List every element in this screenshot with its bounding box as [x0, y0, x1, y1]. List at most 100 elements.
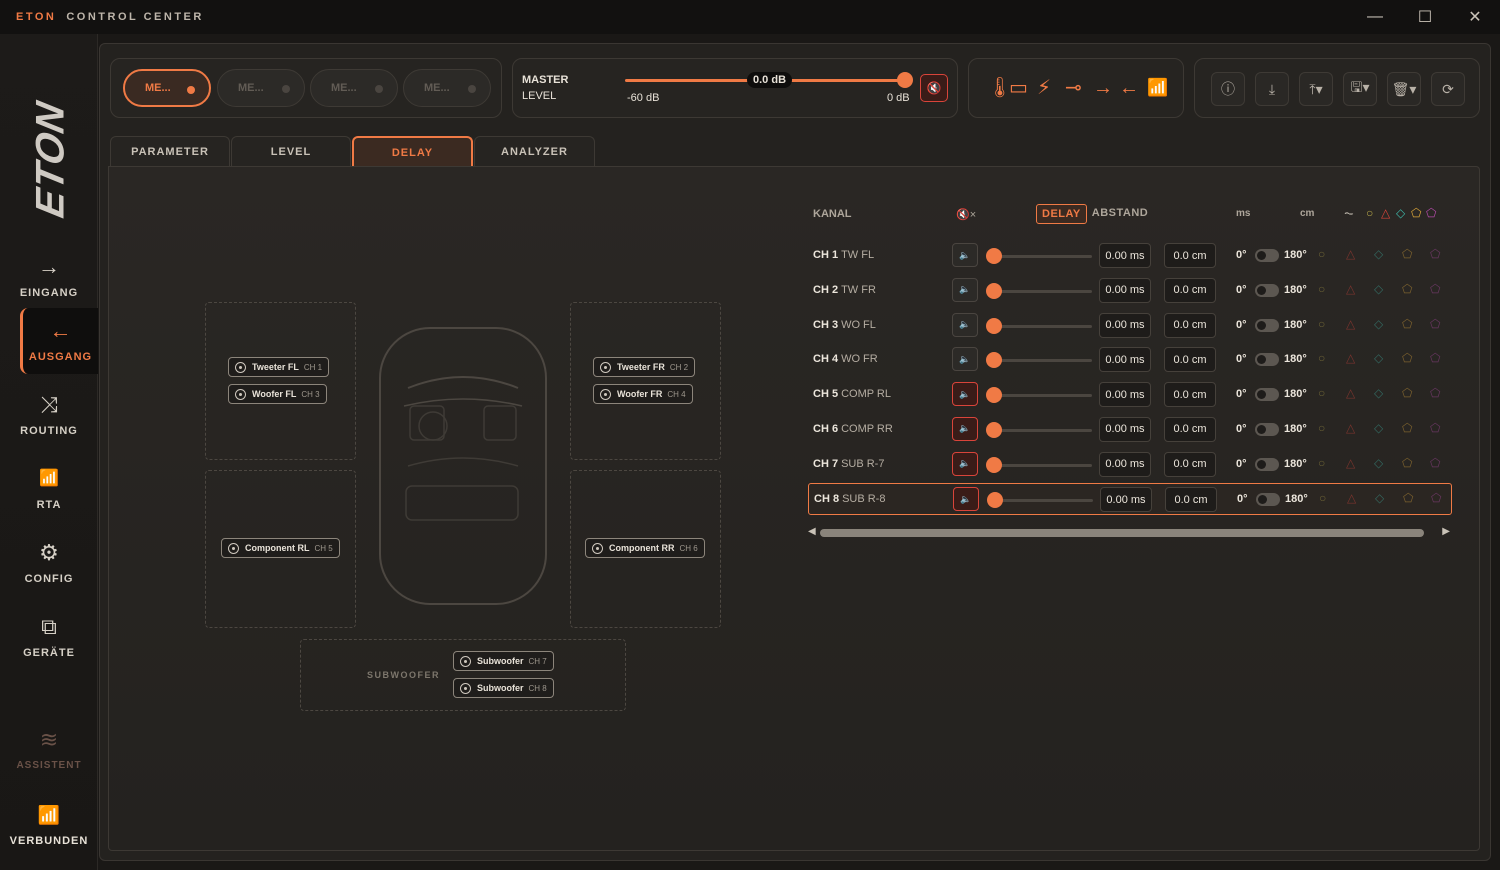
group-pentagon-icon[interactable]: ⬠ [1402, 421, 1412, 435]
group-hexagon-icon[interactable]: ⬠ [1430, 317, 1440, 331]
memory-slot-1[interactable]: ME... [123, 69, 211, 107]
table-scrollbar[interactable]: ◀ ▶ [808, 526, 1450, 540]
group-hexagon-icon[interactable]: ⬠ [1430, 247, 1440, 261]
memory-slot-4[interactable]: ME... [403, 69, 491, 107]
channel-mute-button[interactable]: 🔈 [952, 312, 978, 337]
delay-row-ch3[interactable]: CH 3 WO FL 🔈 0.00 ms 0.0 cm 0° 180° ○ △ ◇ ⬠ ⬠ [808, 310, 1452, 342]
delay-ms-input[interactable]: 0.00 ms [1099, 416, 1151, 442]
group-triangle-icon[interactable]: △ [1346, 386, 1355, 400]
scroll-left-arrow[interactable]: ◀ [808, 526, 816, 537]
group-diamond-icon[interactable]: ◇ [1374, 351, 1383, 365]
delay-slider-track[interactable] [988, 359, 1092, 363]
delay-slider-thumb[interactable] [986, 317, 1002, 334]
group-triangle-icon[interactable]: △ [1346, 282, 1355, 296]
delay-slider-thumb[interactable] [986, 456, 1002, 473]
channel-mute-button[interactable]: 🔈 [952, 243, 978, 267]
mute-all-icon[interactable]: 🔇× [956, 208, 976, 221]
group-circle-icon[interactable]: ○ [1318, 421, 1325, 435]
delay-ms-input[interactable]: 0.00 ms [1099, 277, 1151, 303]
delay-row-ch6[interactable]: CH 6 COMP RR 🔈 0.00 ms 0.0 cm 0° 180° ○ △ ◇ ⬠ ⬠ [808, 414, 1452, 446]
delay-cm-input[interactable]: 0.0 cm [1164, 382, 1216, 407]
delay-row-ch5[interactable]: CH 5 COMP RL 🔈 0.00 ms 0.0 cm 0° 180° ○ △ ◇ ⬠ ⬠ [808, 379, 1452, 411]
delay-slider-thumb[interactable] [986, 352, 1002, 369]
download-button[interactable]: ⤓ [1255, 72, 1289, 106]
delay-slider-thumb[interactable] [986, 387, 1002, 403]
group-triangle-icon[interactable]: △ [1346, 317, 1355, 331]
group-circle-icon[interactable]: ○ [1318, 247, 1325, 261]
delay-ms-input[interactable]: 0.00 ms [1099, 312, 1151, 338]
group-circle-icon[interactable]: ○ [1318, 317, 1325, 331]
memory-slot-2[interactable]: ME... [217, 69, 305, 107]
speaker-tweeter-fr[interactable]: Tweeter FR CH 2 [593, 357, 696, 377]
delay-ms-input[interactable]: 0.00 ms [1099, 382, 1151, 407]
tab-delay[interactable]: DELAY [352, 136, 473, 167]
delay-row-ch2[interactable]: CH 2 TW FR 🔈 0.00 ms 0.0 cm 0° 180° ○ △ ◇ ⬠ ⬠ [808, 275, 1452, 307]
group-pentagon-icon[interactable]: ⬠ [1402, 456, 1412, 470]
speaker-woofer-fr[interactable]: Woofer FR CH 4 [593, 384, 693, 404]
group-diamond-icon[interactable]: ◇ [1374, 317, 1383, 331]
mode-abstand[interactable]: ABSTAND [1087, 204, 1153, 224]
group-hexagon-icon[interactable]: ⬠ [1431, 491, 1441, 505]
group-diamond-icon[interactable]: ◇ [1374, 421, 1383, 435]
phase-toggle[interactable] [1255, 283, 1279, 297]
delay-cm-input[interactable]: 0.0 cm [1164, 277, 1216, 303]
refresh-button[interactable]: ⟳ [1431, 72, 1465, 106]
delay-row-ch1[interactable]: CH 1 TW FL 🔈 0.00 ms 0.0 cm 0° 180° ○ △ ◇ ⬠ ⬠ [808, 240, 1452, 272]
speaker-tweeter-fl[interactable]: Tweeter FL CH 1 [228, 357, 330, 377]
group-hexagon-icon[interactable]: ⬠ [1430, 351, 1440, 365]
nav-routing[interactable]: ⤨ ROUTING [0, 382, 98, 448]
group-hexagon-icon[interactable]: ⬠ [1430, 282, 1440, 296]
tab-analyzer[interactable]: ANALYZER [474, 136, 595, 167]
speaker-component-rr[interactable]: Component RR CH 6 [585, 538, 705, 558]
group-circle-icon[interactable]: ○ [1318, 386, 1325, 400]
group-hexagon-icon[interactable]: ⬠ [1430, 386, 1440, 400]
group-circle-icon[interactable]: ○ [1318, 351, 1325, 365]
group-triangle-icon[interactable]: △ [1346, 351, 1355, 365]
delay-abstand-toggle[interactable]: DELAY ABSTAND [1036, 204, 1153, 224]
group-circle-icon[interactable]: ○ [1318, 456, 1325, 470]
delay-ms-input[interactable]: 0.00 ms [1100, 487, 1152, 513]
delay-slider-thumb[interactable] [987, 492, 1003, 509]
group-hexagon-icon[interactable]: ⬠ [1430, 421, 1440, 435]
delay-cm-input[interactable]: 0.0 cm [1164, 416, 1216, 442]
group-diamond-icon[interactable]: ◇ [1374, 247, 1383, 261]
speaker-woofer-fl[interactable]: Woofer FL CH 3 [228, 384, 327, 404]
master-mute-button[interactable]: 🔇 [920, 74, 948, 102]
scrollbar-thumb[interactable] [820, 529, 1424, 537]
nav-ausgang[interactable]: ← AUSGANG [20, 308, 98, 374]
delay-cm-input[interactable]: 0.0 cm [1164, 243, 1216, 268]
delay-slider-thumb[interactable] [986, 282, 1002, 299]
delay-slider-track[interactable] [988, 324, 1092, 328]
nav-eingang[interactable]: → EINGANG [0, 244, 98, 310]
nav-config[interactable]: ⚙ CONFIG [0, 530, 98, 596]
channel-mute-button[interactable]: 🔈 [952, 451, 978, 476]
delay-slider-track[interactable] [988, 428, 1092, 432]
close-button[interactable]: ✕ [1450, 0, 1500, 34]
delay-ms-input[interactable]: 0.00 ms [1099, 451, 1151, 477]
phase-toggle[interactable] [1255, 353, 1279, 367]
tab-level[interactable]: LEVEL [231, 136, 351, 167]
group-pentagon-icon[interactable]: ⬠ [1403, 491, 1413, 505]
memory-slot-3[interactable]: ME... [310, 69, 398, 107]
channel-mute-button[interactable]: 🔈 [952, 277, 978, 302]
channel-mute-button[interactable]: 🔈 [953, 487, 979, 512]
group-triangle-icon[interactable]: △ [1347, 491, 1356, 505]
phase-toggle[interactable] [1255, 388, 1279, 401]
delay-slider-thumb[interactable] [986, 421, 1002, 438]
delay-slider-track[interactable] [988, 463, 1092, 467]
group-pentagon-icon[interactable]: ⬠ [1402, 351, 1412, 365]
delay-cm-input[interactable]: 0.0 cm [1164, 312, 1216, 338]
group-triangle-icon[interactable]: △ [1346, 456, 1355, 470]
delay-slider-track[interactable] [988, 289, 1092, 293]
delay-row-ch4[interactable]: CH 4 WO FR 🔈 0.00 ms 0.0 cm 0° 180° ○ △ ◇ ⬠ ⬠ [808, 344, 1452, 376]
delay-ms-input[interactable]: 0.00 ms [1099, 243, 1151, 268]
group-diamond-icon[interactable]: ◇ [1374, 456, 1383, 470]
nav-assistent[interactable]: ≋ ASSISTENT [0, 716, 98, 782]
phase-toggle[interactable] [1255, 249, 1279, 262]
speaker-subwoofer-7[interactable]: Subwoofer CH 7 [453, 651, 554, 671]
delay-slider-thumb[interactable] [986, 248, 1002, 264]
group-hexagon-icon[interactable]: ⬠ [1430, 456, 1440, 470]
speaker-subwoofer-8[interactable]: Subwoofer CH 8 [453, 678, 554, 698]
phase-toggle[interactable] [1255, 457, 1279, 471]
delay-cm-input[interactable]: 0.0 cm [1165, 487, 1217, 513]
